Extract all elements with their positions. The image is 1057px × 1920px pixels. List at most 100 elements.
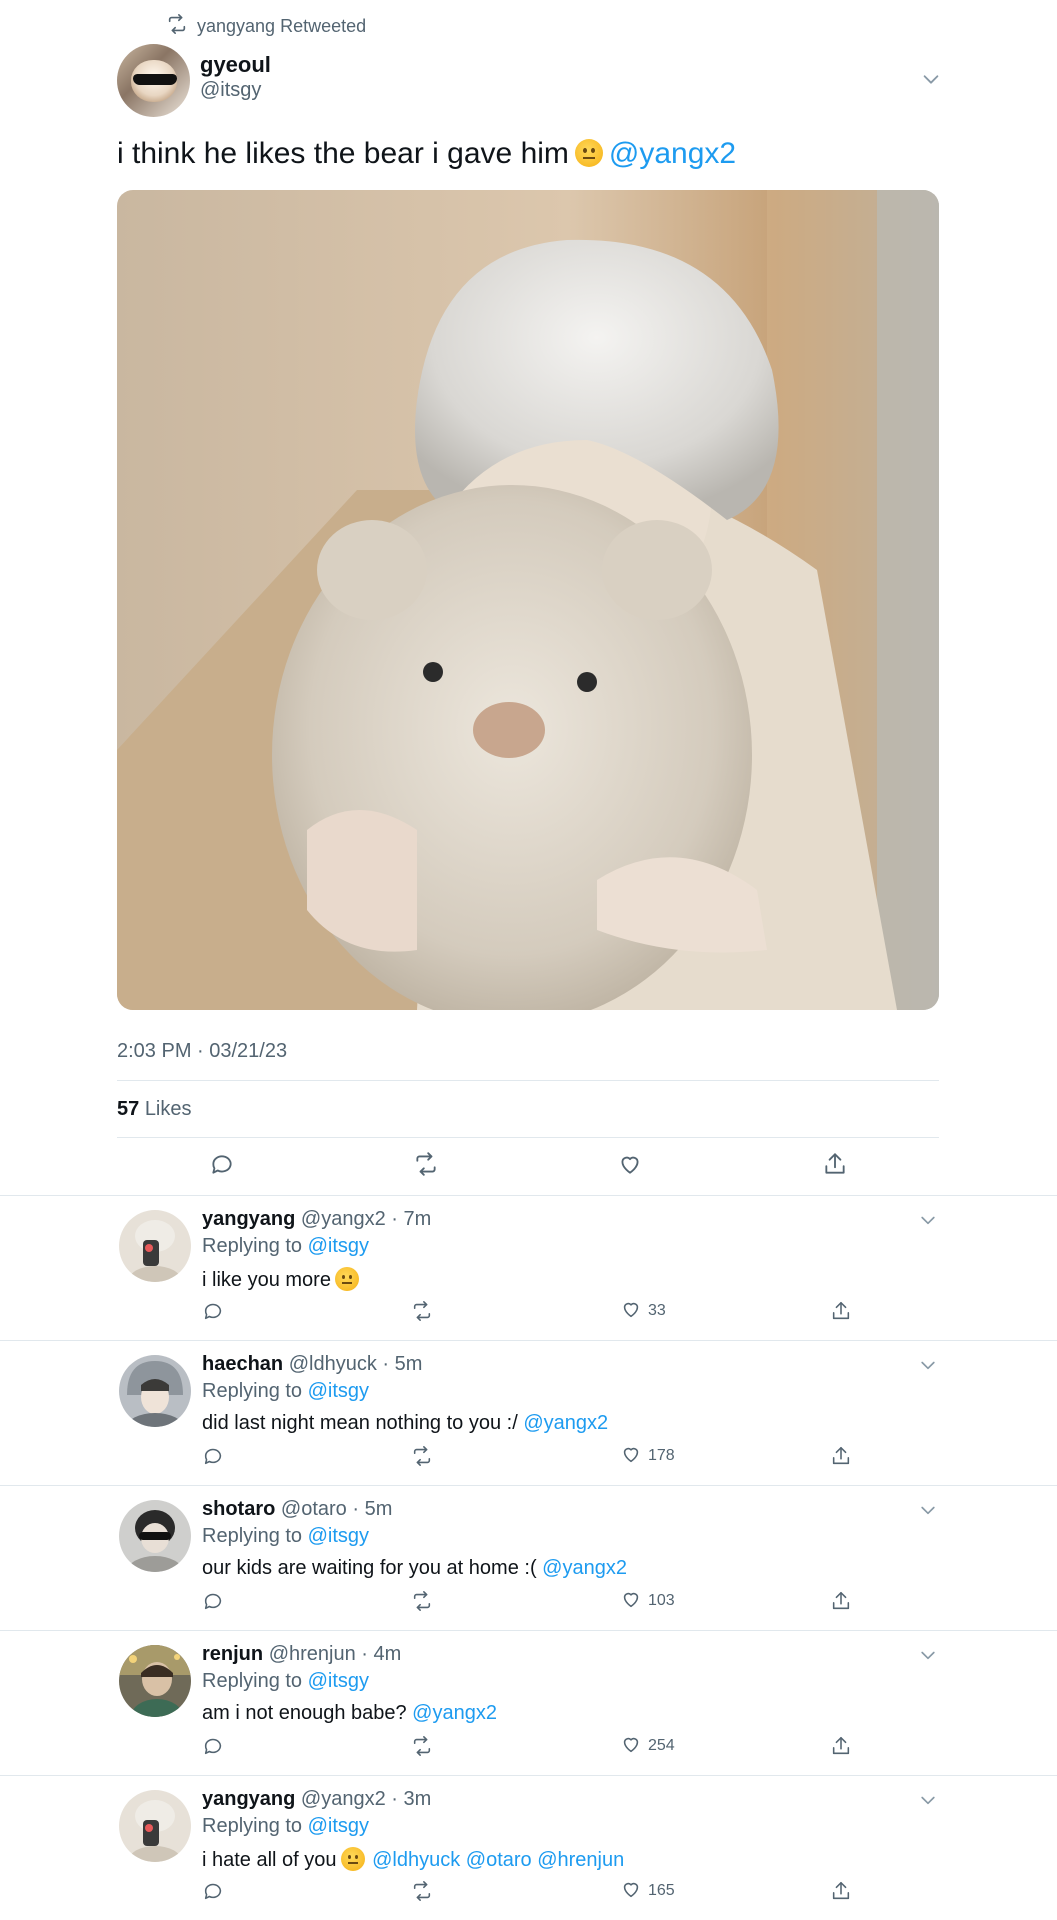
replying-handle[interactable]: @itsgy: [308, 1525, 369, 1547]
like-button[interactable]: 33: [620, 1299, 666, 1323]
reply-actions: 178: [202, 1444, 862, 1468]
share-icon[interactable]: [830, 1734, 852, 1758]
chevron-down-icon[interactable]: [918, 1500, 938, 1520]
reply-author-name[interactable]: shotaro: [202, 1498, 275, 1520]
share-icon[interactable]: [830, 1589, 852, 1613]
reply-avatar[interactable]: [119, 1355, 191, 1427]
tweet-media-image[interactable]: [117, 190, 939, 1010]
retweet-icon[interactable]: [413, 1151, 439, 1177]
reply-icon[interactable]: [202, 1734, 224, 1758]
reply-author-name[interactable]: yangyang: [202, 1208, 295, 1230]
retweet-icon[interactable]: [411, 1879, 433, 1903]
replying-to: Replying to @itsgy: [202, 1670, 369, 1693]
reply-handle-time[interactable]: @yangx2 · 3m: [301, 1788, 431, 1810]
reply-body: am i not enough babe?: [202, 1702, 407, 1724]
chevron-down-icon[interactable]: [918, 1645, 938, 1665]
heart-icon: [620, 1733, 642, 1760]
reply-handle-time[interactable]: @yangx2 · 7m: [301, 1208, 431, 1230]
like-button[interactable]: 178: [620, 1444, 675, 1468]
retweet-icon[interactable]: [411, 1589, 433, 1613]
like-count: 165: [648, 1882, 675, 1899]
author-avatar[interactable]: [117, 44, 190, 117]
share-icon[interactable]: [830, 1879, 852, 1903]
reply-avatar[interactable]: [119, 1645, 191, 1717]
reply-author-name[interactable]: haechan: [202, 1353, 283, 1375]
replying-prefix: Replying to: [202, 1235, 303, 1257]
retweet-banner[interactable]: yangyang Retweeted: [166, 13, 367, 40]
reply-body: our kids are waiting for you at home :(: [202, 1557, 537, 1579]
replying-to: Replying to @itsgy: [202, 1235, 369, 1258]
like-count: 254: [648, 1737, 675, 1754]
reply-mentions[interactable]: @ldhyuck @otaro @hrenjun: [372, 1849, 624, 1871]
author-handle[interactable]: @itsgy: [200, 79, 261, 102]
raised-eyebrow-emoji: [334, 1267, 359, 1291]
reply-text: our kids are waiting for you at home :( …: [202, 1557, 627, 1580]
share-icon[interactable]: [830, 1444, 852, 1468]
reply-icon[interactable]: [202, 1589, 224, 1613]
reply-header: shotaro @otaro · 5m: [202, 1498, 392, 1521]
reply-tweet[interactable]: yangyang @yangx2 · 3m Replying to @itsgy…: [0, 1776, 1057, 1920]
reply-tweet[interactable]: haechan @ldhyuck · 5m Replying to @itsgy…: [0, 1341, 1057, 1486]
replying-prefix: Replying to: [202, 1380, 303, 1402]
chevron-down-icon[interactable]: [918, 1210, 938, 1230]
reply-icon[interactable]: [202, 1879, 224, 1903]
heart-icon[interactable]: [617, 1151, 643, 1177]
replying-handle[interactable]: @itsgy: [308, 1380, 369, 1402]
retweet-icon: [166, 13, 188, 40]
tweet-actions: [117, 1151, 939, 1181]
reply-actions: 103: [202, 1589, 862, 1613]
reply-avatar[interactable]: [119, 1210, 191, 1282]
reply-handle-time[interactable]: @ldhyuck · 5m: [289, 1353, 423, 1375]
likes-count: 57: [117, 1098, 140, 1120]
reply-mentions[interactable]: @yangx2: [523, 1412, 608, 1434]
likes-label: Likes: [144, 1098, 192, 1120]
replying-handle[interactable]: @itsgy: [308, 1670, 369, 1692]
share-icon[interactable]: [822, 1151, 848, 1177]
like-button[interactable]: 165: [620, 1879, 675, 1903]
retweet-icon[interactable]: [411, 1299, 433, 1323]
chevron-down-icon[interactable]: [918, 1790, 938, 1810]
reply-text: did last night mean nothing to you :/ @y…: [202, 1412, 608, 1435]
reply-author-name[interactable]: renjun: [202, 1643, 263, 1665]
chevron-down-icon[interactable]: [920, 68, 942, 90]
replying-handle[interactable]: @itsgy: [308, 1235, 369, 1257]
tweet-detail-page: yangyang Retweeted gyeoul @itsgy i think…: [0, 0, 1057, 1920]
author-name[interactable]: gyeoul: [200, 52, 271, 78]
reply-avatar[interactable]: [119, 1500, 191, 1572]
reply-icon[interactable]: [202, 1299, 224, 1323]
reply-icon[interactable]: [209, 1151, 235, 1177]
tweet-mention[interactable]: @yangx2: [609, 137, 736, 170]
likes-count-row[interactable]: 57 Likes: [117, 1098, 192, 1121]
raised-eyebrow-emoji: [574, 139, 603, 167]
share-icon[interactable]: [830, 1299, 852, 1323]
like-button[interactable]: 254: [620, 1734, 675, 1758]
reply-body: did last night mean nothing to you :/: [202, 1412, 518, 1434]
divider: [117, 1080, 939, 1081]
chevron-down-icon[interactable]: [918, 1355, 938, 1375]
like-button[interactable]: 103: [620, 1589, 675, 1613]
reply-author-name[interactable]: yangyang: [202, 1788, 295, 1810]
reply-icon[interactable]: [202, 1444, 224, 1468]
reply-mentions[interactable]: @yangx2: [542, 1557, 627, 1579]
retweet-banner-text: yangyang Retweeted: [197, 15, 367, 36]
reply-tweet[interactable]: shotaro @otaro · 5m Replying to @itsgy o…: [0, 1486, 1057, 1631]
like-count: 33: [648, 1302, 666, 1319]
retweet-icon[interactable]: [411, 1444, 433, 1468]
replying-to: Replying to @itsgy: [202, 1380, 369, 1403]
like-count: 103: [648, 1592, 675, 1609]
reply-header: haechan @ldhyuck · 5m: [202, 1353, 422, 1376]
reply-handle-time[interactable]: @hrenjun · 4m: [269, 1643, 402, 1665]
reply-tweet[interactable]: yangyang @yangx2 · 7m Replying to @itsgy…: [0, 1196, 1057, 1341]
reply-avatar[interactable]: [119, 1790, 191, 1862]
retweet-icon[interactable]: [411, 1734, 433, 1758]
tweet-timestamp[interactable]: 2:03 PM · 03/21/23: [117, 1040, 287, 1063]
tweet-body: i think he likes the bear i gave him: [117, 137, 569, 170]
neutral-face-emoji: [340, 1847, 365, 1871]
divider: [117, 1137, 939, 1138]
reply-mentions[interactable]: @yangx2: [412, 1702, 497, 1724]
replying-handle[interactable]: @itsgy: [308, 1815, 369, 1837]
reply-header: yangyang @yangx2 · 3m: [202, 1788, 431, 1811]
reply-handle-time[interactable]: @otaro · 5m: [281, 1498, 392, 1520]
replying-prefix: Replying to: [202, 1670, 303, 1692]
reply-tweet[interactable]: renjun @hrenjun · 4m Replying to @itsgy …: [0, 1631, 1057, 1776]
